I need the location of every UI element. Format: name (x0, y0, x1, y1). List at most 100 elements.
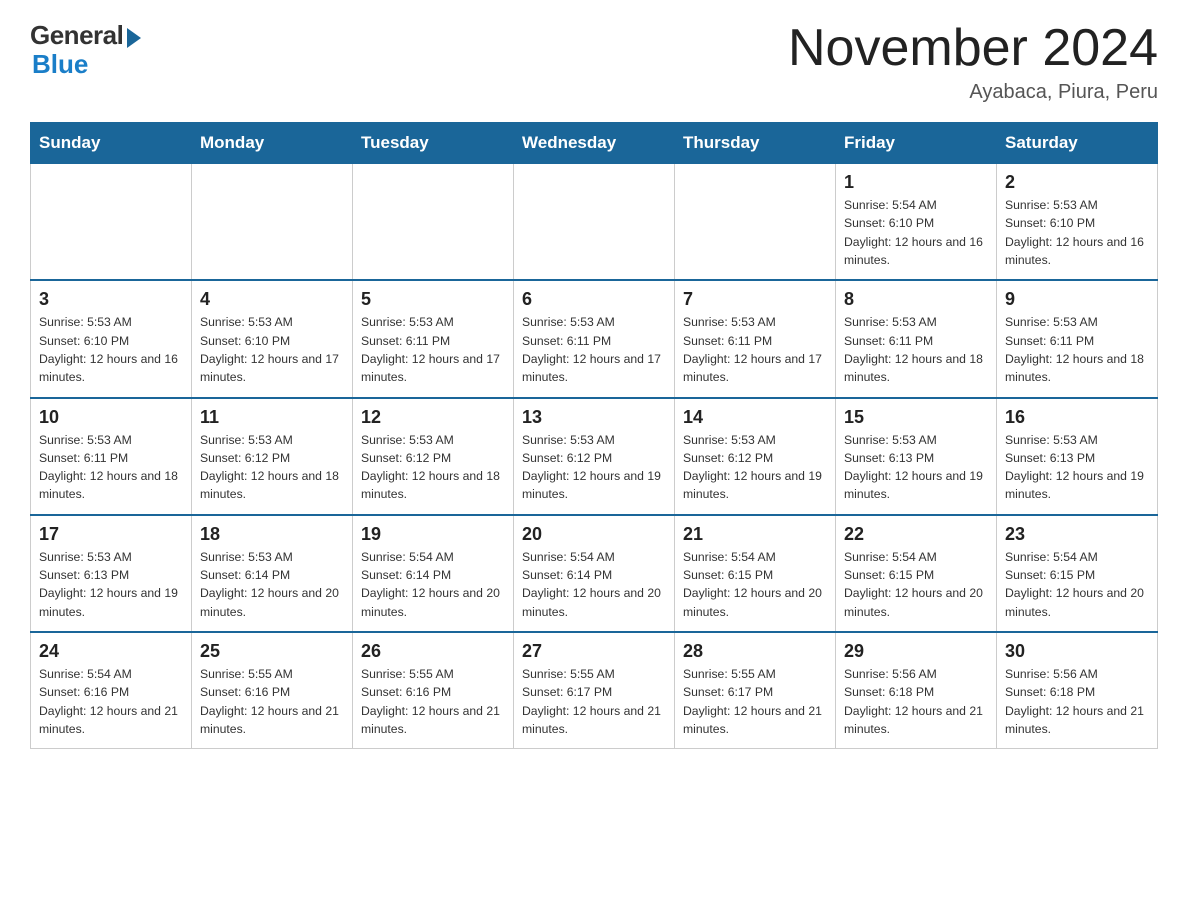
day-info: Sunrise: 5:54 AMSunset: 6:14 PMDaylight:… (522, 548, 666, 621)
day-number: 26 (361, 641, 505, 662)
calendar-cell (31, 164, 192, 281)
day-info: Sunrise: 5:53 AMSunset: 6:11 PMDaylight:… (361, 313, 505, 386)
day-number: 2 (1005, 172, 1149, 193)
day-number: 7 (683, 289, 827, 310)
day-number: 18 (200, 524, 344, 545)
day-number: 20 (522, 524, 666, 545)
calendar-cell: 26Sunrise: 5:55 AMSunset: 6:16 PMDayligh… (353, 632, 514, 749)
day-number: 30 (1005, 641, 1149, 662)
weekday-header-wednesday: Wednesday (514, 123, 675, 164)
day-info: Sunrise: 5:56 AMSunset: 6:18 PMDaylight:… (1005, 665, 1149, 738)
calendar-cell: 6 Sunrise: 5:53 AMSunset: 6:11 PMDaylight… (514, 280, 675, 397)
calendar-cell: 15 Sunrise: 5:53 AMSunset: 6:13 PMDayligh… (836, 398, 997, 515)
day-info: Sunrise: 5:53 AMSunset: 6:12 PMDaylight:… (522, 431, 666, 504)
day-info: Sunrise: 5:54 AMSunset: 6:15 PMDaylight:… (844, 548, 988, 621)
day-number: 8 (844, 289, 988, 310)
day-number: 24 (39, 641, 183, 662)
day-info: Sunrise: 5:53 AMSunset: 6:11 PMDaylight:… (1005, 313, 1149, 386)
day-info: Sunrise: 5:54 AMSunset: 6:10 PMDaylight:… (844, 196, 988, 269)
day-info: Sunrise: 5:53 AMSunset: 6:12 PMDaylight:… (683, 431, 827, 504)
logo-general-text: General (30, 20, 123, 51)
day-info: Sunrise: 5:53 AMSunset: 6:11 PMDaylight:… (39, 431, 183, 504)
day-number: 19 (361, 524, 505, 545)
day-number: 27 (522, 641, 666, 662)
day-number: 11 (200, 407, 344, 428)
weekday-header-row: SundayMondayTuesdayWednesdayThursdayFrid… (31, 123, 1158, 164)
day-number: 14 (683, 407, 827, 428)
calendar-week-5: 24 Sunrise: 5:54 AMSunset: 6:16 PMDayligh… (31, 632, 1158, 749)
calendar-cell: 23Sunrise: 5:54 AMSunset: 6:15 PMDayligh… (997, 515, 1158, 632)
calendar-cell: 18 Sunrise: 5:53 AMSunset: 6:14 PMDayligh… (192, 515, 353, 632)
calendar-cell: 27 Sunrise: 5:55 AMSunset: 6:17 PMDayligh… (514, 632, 675, 749)
calendar-cell: 29 Sunrise: 5:56 AMSunset: 6:18 PMDayligh… (836, 632, 997, 749)
logo: General Blue (30, 20, 141, 80)
calendar-cell: 13 Sunrise: 5:53 AMSunset: 6:12 PMDayligh… (514, 398, 675, 515)
day-info: Sunrise: 5:54 AMSunset: 6:15 PMDaylight:… (1005, 548, 1149, 621)
day-info: Sunrise: 5:53 AMSunset: 6:11 PMDaylight:… (522, 313, 666, 386)
weekday-header-friday: Friday (836, 123, 997, 164)
day-info: Sunrise: 5:53 AMSunset: 6:10 PMDaylight:… (39, 313, 183, 386)
month-title: November 2024 (788, 20, 1158, 77)
location-subtitle: Ayabaca, Piura, Peru (788, 81, 1158, 104)
day-info: Sunrise: 5:55 AMSunset: 6:17 PMDaylight:… (683, 665, 827, 738)
weekday-header-monday: Monday (192, 123, 353, 164)
calendar-cell: 4 Sunrise: 5:53 AMSunset: 6:10 PMDaylight… (192, 280, 353, 397)
day-info: Sunrise: 5:55 AMSunset: 6:17 PMDaylight:… (522, 665, 666, 738)
day-info: Sunrise: 5:53 AMSunset: 6:13 PMDaylight:… (1005, 431, 1149, 504)
calendar-cell: 1 Sunrise: 5:54 AMSunset: 6:10 PMDaylight… (836, 164, 997, 281)
day-info: Sunrise: 5:53 AMSunset: 6:13 PMDaylight:… (39, 548, 183, 621)
calendar-cell: 28Sunrise: 5:55 AMSunset: 6:17 PMDayligh… (675, 632, 836, 749)
weekday-header-thursday: Thursday (675, 123, 836, 164)
day-number: 17 (39, 524, 183, 545)
calendar-cell: 2 Sunrise: 5:53 AMSunset: 6:10 PMDaylight… (997, 164, 1158, 281)
day-number: 22 (844, 524, 988, 545)
day-number: 29 (844, 641, 988, 662)
calendar-week-4: 17 Sunrise: 5:53 AMSunset: 6:13 PMDayligh… (31, 515, 1158, 632)
calendar-cell (514, 164, 675, 281)
calendar-cell: 25 Sunrise: 5:55 AMSunset: 6:16 PMDayligh… (192, 632, 353, 749)
day-info: Sunrise: 5:53 AMSunset: 6:10 PMDaylight:… (1005, 196, 1149, 269)
calendar-cell: 8 Sunrise: 5:53 AMSunset: 6:11 PMDaylight… (836, 280, 997, 397)
day-info: Sunrise: 5:53 AMSunset: 6:10 PMDaylight:… (200, 313, 344, 386)
calendar-cell: 21Sunrise: 5:54 AMSunset: 6:15 PMDayligh… (675, 515, 836, 632)
calendar-cell: 19 Sunrise: 5:54 AMSunset: 6:14 PMDayligh… (353, 515, 514, 632)
page-header: General Blue November 2024 Ayabaca, Piur… (30, 20, 1158, 104)
day-info: Sunrise: 5:53 AMSunset: 6:12 PMDaylight:… (200, 431, 344, 504)
day-info: Sunrise: 5:53 AMSunset: 6:11 PMDaylight:… (844, 313, 988, 386)
calendar-cell (353, 164, 514, 281)
day-number: 4 (200, 289, 344, 310)
day-info: Sunrise: 5:56 AMSunset: 6:18 PMDaylight:… (844, 665, 988, 738)
day-number: 6 (522, 289, 666, 310)
calendar-table: SundayMondayTuesdayWednesdayThursdayFrid… (30, 122, 1158, 749)
day-info: Sunrise: 5:53 AMSunset: 6:11 PMDaylight:… (683, 313, 827, 386)
day-info: Sunrise: 5:53 AMSunset: 6:14 PMDaylight:… (200, 548, 344, 621)
calendar-cell (675, 164, 836, 281)
calendar-cell: 14 Sunrise: 5:53 AMSunset: 6:12 PMDayligh… (675, 398, 836, 515)
calendar-cell: 30 Sunrise: 5:56 AMSunset: 6:18 PMDayligh… (997, 632, 1158, 749)
calendar-cell: 10Sunrise: 5:53 AMSunset: 6:11 PMDayligh… (31, 398, 192, 515)
day-info: Sunrise: 5:54 AMSunset: 6:15 PMDaylight:… (683, 548, 827, 621)
day-info: Sunrise: 5:53 AMSunset: 6:13 PMDaylight:… (844, 431, 988, 504)
calendar-cell: 7 Sunrise: 5:53 AMSunset: 6:11 PMDaylight… (675, 280, 836, 397)
calendar-cell: 11 Sunrise: 5:53 AMSunset: 6:12 PMDayligh… (192, 398, 353, 515)
day-number: 1 (844, 172, 988, 193)
day-number: 5 (361, 289, 505, 310)
calendar-cell: 5 Sunrise: 5:53 AMSunset: 6:11 PMDaylight… (353, 280, 514, 397)
calendar-cell: 22 Sunrise: 5:54 AMSunset: 6:15 PMDayligh… (836, 515, 997, 632)
calendar-cell: 12 Sunrise: 5:53 AMSunset: 6:12 PMDayligh… (353, 398, 514, 515)
day-number: 12 (361, 407, 505, 428)
day-number: 25 (200, 641, 344, 662)
weekday-header-sunday: Sunday (31, 123, 192, 164)
day-info: Sunrise: 5:54 AMSunset: 6:16 PMDaylight:… (39, 665, 183, 738)
day-number: 13 (522, 407, 666, 428)
day-number: 15 (844, 407, 988, 428)
day-number: 9 (1005, 289, 1149, 310)
calendar-week-3: 10Sunrise: 5:53 AMSunset: 6:11 PMDayligh… (31, 398, 1158, 515)
title-block: November 2024 Ayabaca, Piura, Peru (788, 20, 1158, 104)
calendar-cell: 20 Sunrise: 5:54 AMSunset: 6:14 PMDayligh… (514, 515, 675, 632)
day-number: 16 (1005, 407, 1149, 428)
day-info: Sunrise: 5:54 AMSunset: 6:14 PMDaylight:… (361, 548, 505, 621)
calendar-cell: 9 Sunrise: 5:53 AMSunset: 6:11 PMDaylight… (997, 280, 1158, 397)
day-info: Sunrise: 5:55 AMSunset: 6:16 PMDaylight:… (200, 665, 344, 738)
day-info: Sunrise: 5:53 AMSunset: 6:12 PMDaylight:… (361, 431, 505, 504)
